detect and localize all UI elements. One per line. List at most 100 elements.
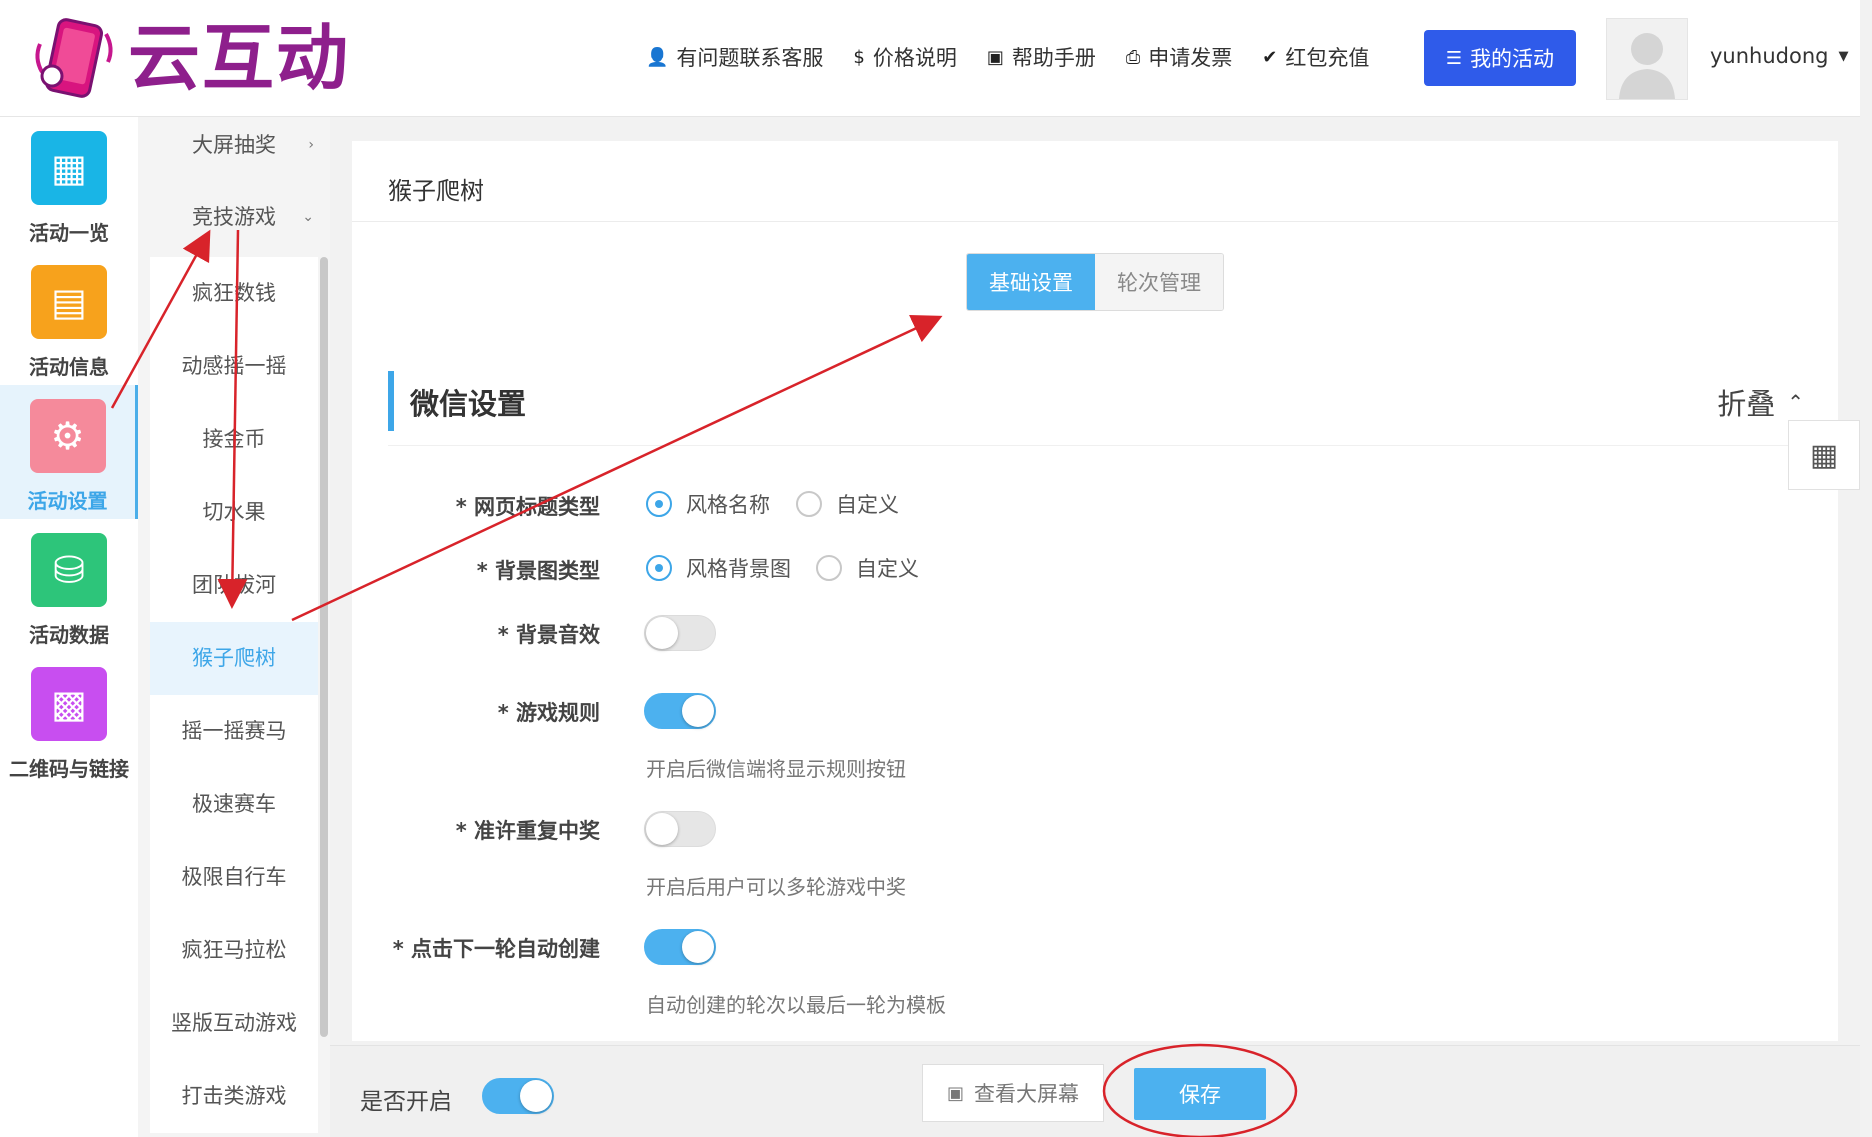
divider bbox=[388, 445, 1804, 446]
page-title: 猴子爬树 bbox=[388, 177, 484, 205]
repeat-win-switch[interactable] bbox=[644, 811, 716, 847]
rail-label: 二维码与链接 bbox=[9, 757, 129, 781]
radio-unchecked-icon bbox=[796, 491, 822, 517]
user-menu[interactable]: yunhudong ▼ bbox=[1710, 44, 1848, 68]
rail-label: 活动一览 bbox=[29, 221, 109, 245]
auto-create-switch[interactable] bbox=[644, 929, 716, 965]
shield-check-icon: ✔ bbox=[1262, 46, 1278, 68]
radio-checked-icon bbox=[646, 491, 672, 517]
qrcode-icon: ▩ bbox=[31, 667, 107, 741]
database-icon: ⛁ bbox=[31, 533, 107, 607]
nav-label: 红包充值 bbox=[1285, 46, 1370, 70]
logo-text: 云互动 bbox=[128, 16, 351, 100]
radio-style-background[interactable]: 风格背景图 bbox=[646, 553, 791, 583]
switch-knob bbox=[682, 695, 714, 727]
switch-knob bbox=[682, 931, 714, 963]
radio-label: 风格背景图 bbox=[686, 557, 791, 581]
submenu-parent-screen-lottery[interactable]: 大屏抽奖 › bbox=[138, 117, 330, 173]
rail-label: 活动数据 bbox=[29, 623, 109, 647]
submenu-item[interactable]: 打击类游戏 bbox=[150, 1060, 318, 1133]
collapse-toggle[interactable]: 折叠 ⌃ bbox=[1717, 381, 1804, 423]
top-nav: 👤 有问题联系客服 $ 价格说明 ▣ 帮助手册 ⎙ 申请发票 ✔ 红包充值 bbox=[646, 42, 1399, 72]
logo[interactable]: 云互动 bbox=[30, 14, 350, 102]
nav-pricing[interactable]: $ 价格说明 bbox=[853, 42, 956, 72]
submenu-item[interactable]: 疯狂马拉松 bbox=[150, 914, 318, 987]
nav-help[interactable]: ▣ 帮助手册 bbox=[987, 42, 1096, 72]
rail-label: 活动信息 bbox=[29, 355, 109, 379]
submenu-parent-label: 竞技游戏 bbox=[192, 205, 276, 229]
section-title: 微信设置 bbox=[410, 387, 527, 421]
submenu-item[interactable]: 疯狂数钱 bbox=[150, 257, 318, 330]
save-button[interactable]: 保存 bbox=[1134, 1068, 1266, 1120]
rail-item-activity-list[interactable]: ▦ 活动一览 bbox=[0, 117, 138, 251]
tab-basic-settings[interactable]: 基础设置 bbox=[967, 254, 1095, 310]
avatar[interactable] bbox=[1606, 18, 1688, 100]
rules-label: * 游戏规则 bbox=[497, 701, 600, 725]
repeat-win-label: * 准许重复中奖 bbox=[455, 819, 600, 843]
nav-customer-service[interactable]: 👤 有问题联系客服 bbox=[646, 42, 823, 72]
rail-item-activity-data[interactable]: ⛁ 活动数据 bbox=[0, 519, 138, 653]
chevron-down-icon: ⌄ bbox=[302, 209, 314, 225]
nav-label: 价格说明 bbox=[872, 46, 957, 70]
submenu-item-active[interactable]: 猴子爬树 bbox=[150, 622, 318, 695]
submenu-item[interactable]: 接金币 bbox=[150, 403, 318, 476]
view-big-screen-button[interactable]: ▣ 查看大屏幕 bbox=[922, 1064, 1104, 1122]
submenu-item[interactable]: 动感摇一摇 bbox=[150, 330, 318, 403]
radio-label: 自定义 bbox=[836, 493, 899, 517]
submenu-scrollbar[interactable] bbox=[320, 257, 328, 1037]
nav-invoice[interactable]: ⎙ 申请发票 bbox=[1126, 42, 1232, 72]
radio-style-name[interactable]: 风格名称 bbox=[646, 489, 770, 519]
caret-down-icon: ▼ bbox=[1838, 48, 1849, 64]
rail-item-activity-info[interactable]: ▤ 活动信息 bbox=[0, 251, 138, 385]
switch-knob bbox=[646, 617, 678, 649]
rail-label: 活动设置 bbox=[27, 489, 108, 513]
my-activity-label: 我的活动 bbox=[1470, 47, 1555, 71]
nav-recharge[interactable]: ✔ 红包充值 bbox=[1262, 42, 1369, 72]
submenu-parent-competitive-games[interactable]: 竞技游戏 ⌄ bbox=[138, 189, 330, 245]
submenu-item[interactable]: 摇一摇赛马 bbox=[150, 695, 318, 768]
chevron-right-icon: › bbox=[308, 137, 314, 153]
username: yunhudong bbox=[1710, 44, 1829, 68]
submenu-item[interactable]: 团队拔河 bbox=[150, 549, 318, 622]
submenu-item[interactable]: 竖版互动游戏 bbox=[150, 987, 318, 1060]
repeat-win-hint: 开启后用户可以多轮游戏中奖 bbox=[646, 875, 906, 899]
switch-knob bbox=[520, 1080, 552, 1112]
submenu-item[interactable]: 极速赛车 bbox=[150, 768, 318, 841]
enable-label: 是否开启 bbox=[360, 1089, 452, 1115]
rail-item-qrcode[interactable]: ▩ 二维码与链接 bbox=[0, 653, 138, 787]
radio-custom-background[interactable]: 自定义 bbox=[816, 553, 919, 583]
top-header: 云互动 👤 有问题联系客服 $ 价格说明 ▣ 帮助手册 ⎙ 申请发票 ✔ 红包充… bbox=[0, 0, 1860, 117]
dollar-icon: $ bbox=[853, 46, 865, 68]
switch-knob bbox=[646, 813, 678, 845]
printer-icon: ⎙ bbox=[1125, 46, 1141, 68]
laptop-icon: ▣ bbox=[946, 1082, 964, 1104]
user-silhouette-icon bbox=[1619, 33, 1675, 99]
submenu-item[interactable]: 极限自行车 bbox=[150, 841, 318, 914]
rules-switch[interactable] bbox=[644, 693, 716, 729]
user-plus-icon: 👤 bbox=[646, 46, 669, 68]
bottom-action-bar: 是否开启 ▣ 查看大屏幕 保存 bbox=[330, 1045, 1860, 1137]
tab-group: 基础设置 轮次管理 bbox=[966, 253, 1224, 311]
submenu-item[interactable]: 切水果 bbox=[150, 476, 318, 549]
radio-label: 自定义 bbox=[856, 557, 919, 581]
nav-label: 申请发票 bbox=[1148, 46, 1233, 70]
radio-checked-icon bbox=[646, 555, 672, 581]
main-panel: 猴子爬树 基础设置 轮次管理 微信设置 折叠 ⌃ * 网页标题类型 风格名称 自… bbox=[352, 141, 1838, 1041]
title-type-label: * 网页标题类型 bbox=[455, 495, 600, 519]
enable-switch[interactable] bbox=[482, 1078, 554, 1114]
radio-custom-title[interactable]: 自定义 bbox=[796, 489, 899, 519]
floating-grid-button[interactable]: ▦ bbox=[1788, 420, 1860, 490]
collapse-label: 折叠 bbox=[1717, 387, 1776, 421]
rules-hint: 开启后微信端将显示规则按钮 bbox=[646, 757, 906, 781]
rail-item-activity-settings[interactable]: ⚙ 活动设置 bbox=[0, 385, 138, 519]
bg-sound-switch[interactable] bbox=[644, 615, 716, 651]
gear-icon: ⚙ bbox=[29, 399, 106, 473]
nav-label: 帮助手册 bbox=[1011, 46, 1096, 70]
layout-grid-icon: ▦ bbox=[1809, 437, 1839, 473]
chevron-double-up-icon: ⌃ bbox=[1787, 390, 1804, 414]
tab-round-management[interactable]: 轮次管理 bbox=[1095, 254, 1223, 310]
document-icon: ▤ bbox=[31, 265, 107, 339]
my-activity-button[interactable]: ☰ 我的活动 bbox=[1424, 30, 1576, 86]
radio-unchecked-icon bbox=[816, 555, 842, 581]
grid-icon: ▦ bbox=[31, 131, 107, 205]
